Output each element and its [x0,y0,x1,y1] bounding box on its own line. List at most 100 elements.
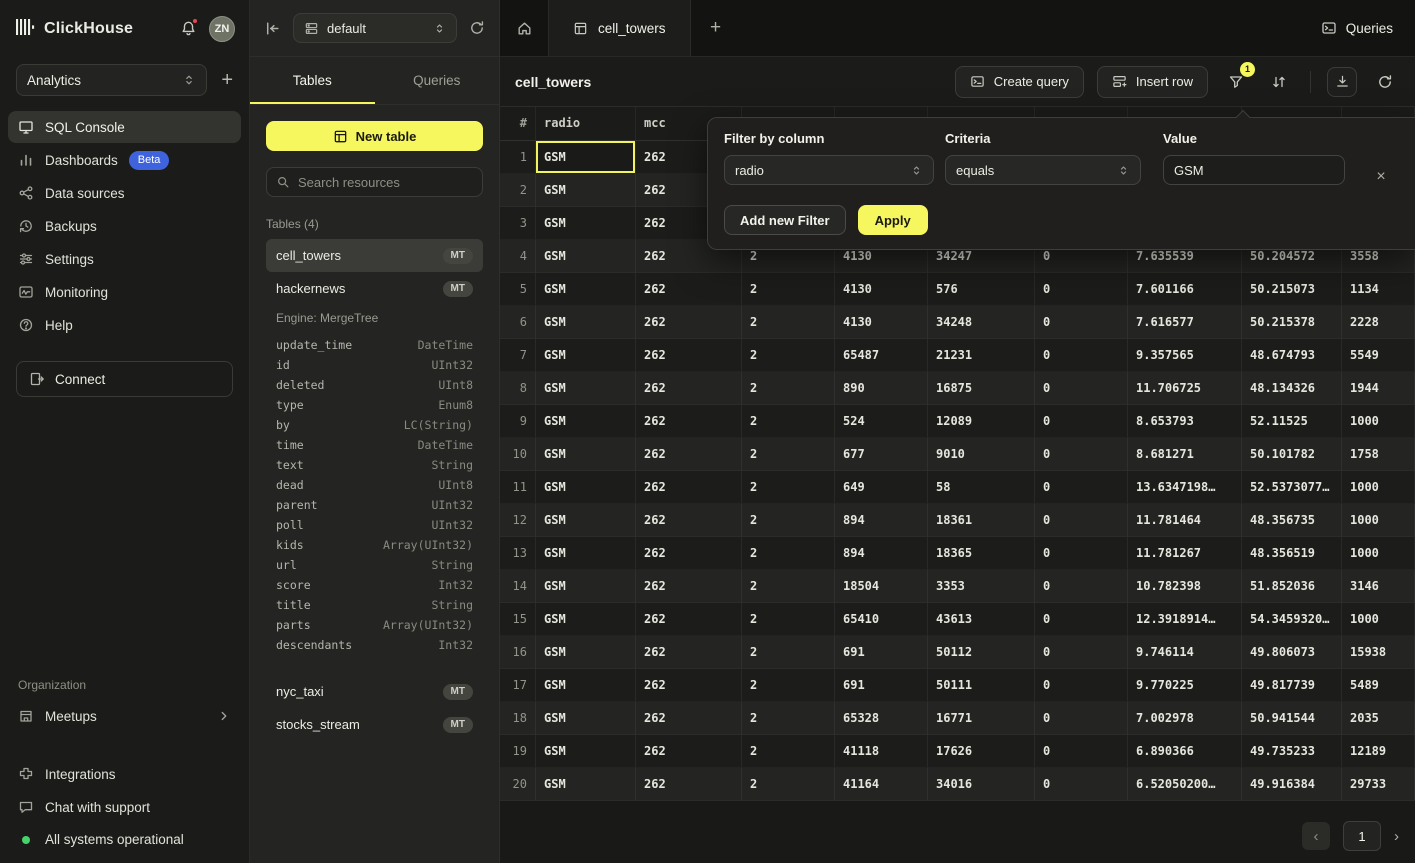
table-cell[interactable]: 7.601166 [1128,273,1242,306]
download-button[interactable] [1327,67,1357,97]
table-cell[interactable]: 524 [835,405,928,438]
table-cell[interactable]: 2228 [1342,306,1415,339]
tab-tables[interactable]: Tables [250,57,375,104]
table-cell[interactable]: 9010 [928,438,1035,471]
table-cell[interactable]: GSM [536,174,636,207]
connect-button[interactable]: Connect [16,361,233,397]
table-cell[interactable]: 1944 [1342,372,1415,405]
table-cell[interactable]: 18361 [928,504,1035,537]
table-cell[interactable]: 4130 [835,273,928,306]
table-cell[interactable]: 6.890366 [1128,735,1242,768]
table-cell[interactable]: 0 [1035,471,1128,504]
search-input[interactable] [298,175,473,190]
table-cell[interactable]: 50.215073 [1242,273,1342,306]
add-service-button[interactable]: + [221,70,233,90]
table-cell[interactable]: 2 [742,438,835,471]
table-cell[interactable]: 65410 [835,603,928,636]
queries-button[interactable]: Queries [1321,20,1393,36]
table-cell[interactable]: GSM [536,570,636,603]
table-cell[interactable]: 50.101782 [1242,438,1342,471]
table-cell[interactable]: 11.781267 [1128,537,1242,570]
table-cell[interactable]: 262 [636,570,742,603]
table-item-cell-towers[interactable]: cell_towers MT [266,239,483,272]
table-cell[interactable]: 2 [742,603,835,636]
table-cell[interactable]: 50.941544 [1242,702,1342,735]
table-cell[interactable]: 677 [835,438,928,471]
table-cell[interactable]: 1000 [1342,405,1415,438]
table-cell[interactable]: 691 [835,636,928,669]
table-cell[interactable]: 262 [636,339,742,372]
table-cell[interactable]: 4130 [835,306,928,339]
add-filter-button[interactable]: Add new Filter [724,205,846,235]
table-cell[interactable]: 2 [742,372,835,405]
table-cell[interactable]: GSM [536,438,636,471]
table-cell[interactable]: 0 [1035,702,1128,735]
table-cell[interactable]: 34016 [928,768,1035,801]
table-cell[interactable]: 8.681271 [1128,438,1242,471]
table-cell[interactable]: 2 [742,471,835,504]
table-cell[interactable]: 1758 [1342,438,1415,471]
table-cell[interactable]: 0 [1035,669,1128,702]
table-cell[interactable]: 58 [928,471,1035,504]
table-cell[interactable]: 5549 [1342,339,1415,372]
table-item-stocks-stream[interactable]: stocks_stream MT [266,708,483,741]
table-cell[interactable]: 0 [1035,570,1128,603]
table-cell[interactable]: 65328 [835,702,928,735]
table-cell[interactable]: 890 [835,372,928,405]
sidebar-item-monitoring[interactable]: Monitoring [8,276,241,308]
table-cell[interactable]: 9.770225 [1128,669,1242,702]
table-cell[interactable]: 2 [742,636,835,669]
table-cell[interactable]: 0 [1035,372,1128,405]
workspace-selector[interactable]: Analytics [16,64,207,96]
table-cell[interactable]: GSM [536,537,636,570]
table-cell[interactable]: 13.6347198… [1128,471,1242,504]
table-cell[interactable]: GSM [536,273,636,306]
table-cell[interactable]: 691 [835,669,928,702]
table-cell[interactable]: 2 [742,735,835,768]
table-cell[interactable]: GSM [536,735,636,768]
close-icon[interactable]: × [1370,162,1392,192]
table-cell[interactable]: 15938 [1342,636,1415,669]
table-cell[interactable]: 51.852036 [1242,570,1342,603]
table-cell[interactable]: 0 [1035,438,1128,471]
home-tab[interactable] [500,0,548,56]
table-cell[interactable]: 0 [1035,405,1128,438]
selected-cell[interactable]: GSM [536,141,636,174]
table-cell[interactable]: 43613 [928,603,1035,636]
table-cell[interactable]: 2 [742,504,835,537]
table-cell[interactable]: GSM [536,702,636,735]
new-table-button[interactable]: New table [266,121,483,151]
table-cell[interactable]: 11.706725 [1128,372,1242,405]
table-cell[interactable]: 18365 [928,537,1035,570]
table-cell[interactable]: 262 [636,768,742,801]
table-cell[interactable]: 41164 [835,768,928,801]
table-cell[interactable]: 52.5373077… [1242,471,1342,504]
table-cell[interactable]: 50.215378 [1242,306,1342,339]
table-cell[interactable]: 3353 [928,570,1035,603]
create-query-button[interactable]: Create query [955,66,1084,98]
page-number[interactable]: 1 [1343,821,1381,851]
table-cell[interactable]: 49.817739 [1242,669,1342,702]
table-cell[interactable]: 48.134326 [1242,372,1342,405]
table-cell[interactable]: 262 [636,735,742,768]
table-cell[interactable]: 50112 [928,636,1035,669]
table-cell[interactable]: 1000 [1342,504,1415,537]
table-cell[interactable]: 0 [1035,339,1128,372]
search-resources[interactable] [266,167,483,197]
insert-row-button[interactable]: Insert row [1097,66,1208,98]
table-cell[interactable]: 17626 [928,735,1035,768]
table-cell[interactable]: 894 [835,537,928,570]
table-cell[interactable]: 262 [636,636,742,669]
table-cell[interactable]: 5489 [1342,669,1415,702]
table-cell[interactable]: 262 [636,504,742,537]
table-cell[interactable]: 1000 [1342,537,1415,570]
table-cell[interactable]: GSM [536,339,636,372]
table-cell[interactable]: 2 [742,669,835,702]
database-selector[interactable]: default [293,13,457,43]
table-cell[interactable]: 12089 [928,405,1035,438]
sidebar-item-settings[interactable]: Settings [8,243,241,275]
new-tab-button[interactable]: + [691,0,741,56]
table-cell[interactable]: 2 [742,339,835,372]
table-item-nyc-taxi[interactable]: nyc_taxi MT [266,675,483,708]
table-cell[interactable]: GSM [536,768,636,801]
